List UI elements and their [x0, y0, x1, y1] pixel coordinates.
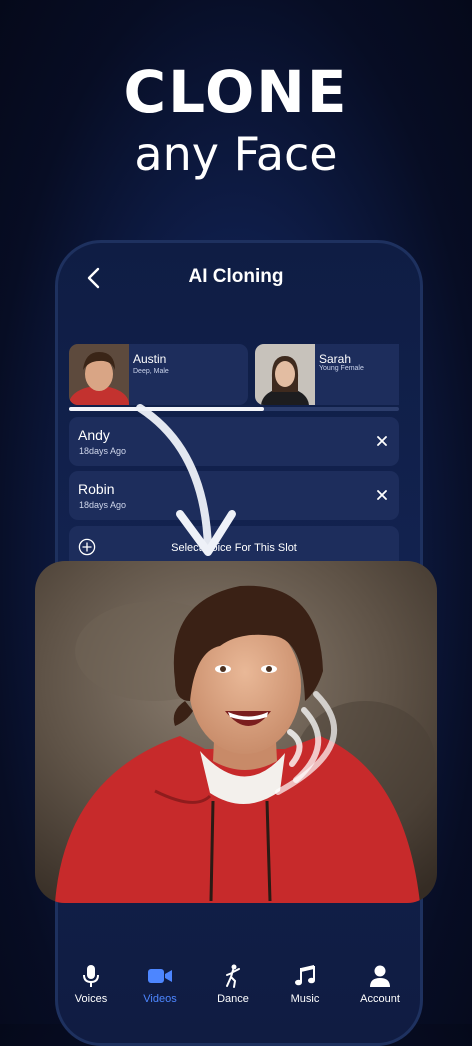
carousel-progress	[69, 407, 399, 411]
tab-voices[interactable]: Voices	[55, 955, 127, 1005]
bottom-tab-bar: Voices Videos Dance Music Account	[55, 955, 417, 1015]
voice-description: Deep, Male	[133, 368, 169, 375]
headline-clone: CLONE	[123, 58, 349, 126]
tab-videos[interactable]: Videos	[124, 955, 196, 1005]
voice-card-austin[interactable]: Austin Deep, Male	[69, 344, 248, 405]
slot-time: 18days Ago	[79, 500, 127, 510]
person-icon	[370, 965, 390, 987]
tab-account[interactable]: Account	[344, 955, 416, 1005]
carousel-progress-fill	[69, 407, 264, 411]
portrait-photo	[35, 561, 437, 903]
close-icon[interactable]	[375, 488, 389, 502]
music-note-icon	[295, 965, 315, 986]
headline-any-face: any Face	[134, 127, 338, 181]
voice-description: Young Female	[319, 365, 364, 372]
tab-label: Videos	[143, 993, 177, 1005]
slot-robin[interactable]: Robin 18days Ago	[69, 471, 399, 520]
tab-label: Dance	[217, 993, 249, 1005]
avatar	[255, 344, 315, 405]
voice-name: Austin	[133, 352, 167, 366]
video-camera-icon	[148, 969, 172, 983]
select-voice-label: Select Voice For This Slot	[171, 542, 297, 554]
slot-andy[interactable]: Andy 18days Ago	[69, 417, 399, 466]
tab-label: Music	[290, 993, 320, 1005]
close-icon[interactable]	[375, 434, 389, 448]
promo-headline: CLONE any Face	[0, 60, 472, 182]
tab-label: Account	[360, 993, 400, 1005]
microphone-icon	[83, 965, 99, 987]
voice-name: Sarah	[319, 352, 352, 366]
tab-dance[interactable]: Dance	[197, 955, 269, 1005]
dancer-icon	[226, 964, 240, 988]
slot-name: Robin	[78, 481, 115, 497]
slot-name: Andy	[78, 427, 110, 443]
slot-time: 18days Ago	[79, 446, 127, 456]
tab-music[interactable]: Music	[269, 955, 341, 1005]
voice-card-sarah[interactable]: Sarah Young Female	[255, 344, 399, 405]
screen-title: AI Cloning	[188, 266, 284, 287]
avatar	[69, 344, 129, 405]
tab-label: Voices	[74, 993, 108, 1005]
